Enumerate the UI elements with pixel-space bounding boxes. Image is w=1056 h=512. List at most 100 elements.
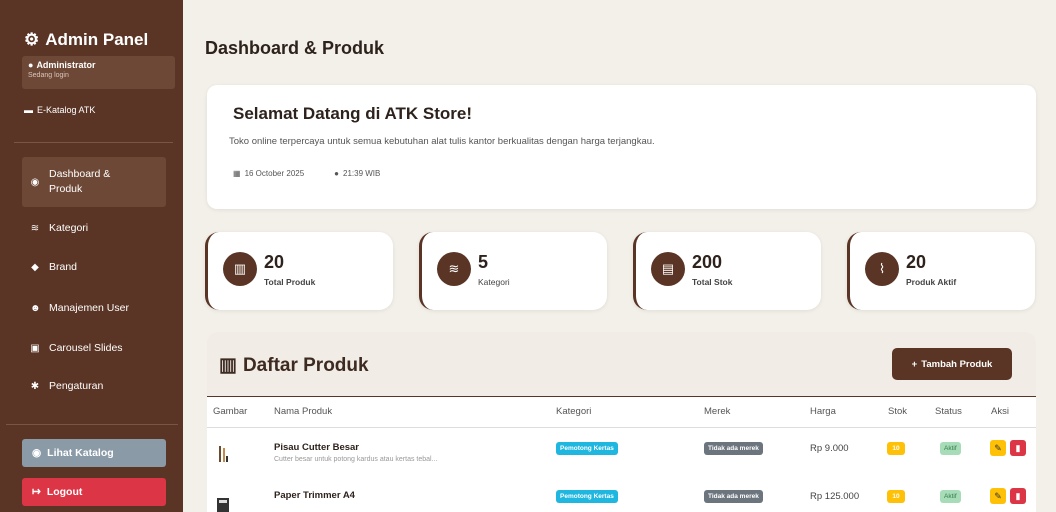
stat-card-total-produk: ▥ 20 Total Produk	[205, 232, 393, 310]
welcome-subtitle: Toko online terpercaya untuk semua kebut…	[229, 136, 655, 147]
logout-button[interactable]: ↦ Logout	[22, 478, 166, 506]
column-header-aksi: Aksi	[991, 406, 1009, 417]
table-row: Pisau Cutter Besar Cutter besar untuk po…	[207, 432, 1036, 472]
dashboard-icon: ◉	[30, 176, 40, 188]
box-icon: ▥	[219, 355, 237, 376]
trash-icon: ▮	[1015, 442, 1021, 453]
brand-badge: Tidak ada merek	[704, 442, 763, 455]
lihat-katalog-button[interactable]: ◉ Lihat Katalog	[22, 439, 166, 467]
stock-badge: 10	[887, 490, 905, 503]
lihat-katalog-label: Lihat Katalog	[47, 447, 114, 459]
status-badge: Aktif	[940, 442, 961, 455]
category-badge: Pemotong Kertas	[556, 442, 618, 455]
welcome-card: Selamat Datang di ATK Store! Toko online…	[207, 85, 1036, 209]
category-badge: Pemotong Kertas	[556, 490, 618, 503]
edit-icon: ✎	[994, 442, 1002, 453]
trash-icon: ▮	[1015, 490, 1021, 501]
nav-divider	[14, 142, 173, 143]
stat-value: 20	[264, 252, 285, 272]
store-icon: ▬	[24, 105, 33, 115]
clock-icon: ●	[334, 169, 340, 178]
stat-label: Kategori	[478, 277, 510, 287]
add-product-button[interactable]: + Tambah Produk	[892, 348, 1012, 380]
gear-icon: ✱	[30, 380, 40, 392]
eye-icon: ◉	[32, 447, 42, 459]
sidebar-item-label: Pengaturan	[49, 380, 104, 392]
header-divider	[207, 396, 1036, 397]
user-circle-icon: ●	[28, 60, 34, 70]
logout-label: Logout	[46, 486, 83, 498]
table-row: Paper Trimmer A4 Pemotong Kertas Tidak a…	[207, 480, 1036, 512]
box-icon: ▥	[223, 252, 257, 286]
column-header-status: Status	[935, 406, 962, 417]
add-product-label: Tambah Produk	[921, 358, 993, 370]
delete-button[interactable]: ▮	[1010, 440, 1026, 456]
sidebar-item-users[interactable]: ☻ Manajemen User	[22, 302, 166, 314]
stat-label: Produk Aktif	[906, 277, 957, 287]
time-display: ● 21:39 WIB	[334, 169, 380, 178]
sidebar-item-label: Carousel Slides	[49, 342, 123, 354]
product-name: Pisau Cutter Besar	[274, 442, 360, 453]
warehouse-icon: ▤	[651, 252, 685, 286]
product-thumbnail	[217, 498, 229, 512]
sidebar-item-label: Manajemen User	[49, 302, 129, 314]
tag-icon: ◆	[31, 261, 39, 273]
sidebar-item-dashboard[interactable]: ◉ Dashboard & Produk	[22, 157, 166, 207]
users-icon: ☻	[30, 302, 41, 314]
edit-icon: ✎	[994, 490, 1002, 501]
date-text: 16 October 2025	[244, 169, 305, 178]
welcome-meta: ▦ 16 October 2025 ● 21:39 WIB	[233, 169, 380, 178]
stat-card-kategori: ≋ 5 Kategori	[419, 232, 607, 310]
stock-badge: 10	[887, 442, 905, 455]
column-header-harga: Harga	[810, 406, 836, 417]
sidebar-item-brand[interactable]: ◆ Brand	[22, 261, 166, 273]
edit-button[interactable]: ✎	[990, 440, 1006, 456]
product-list-header: ▥ Daftar Produk + Tambah Produk	[207, 332, 1036, 396]
ekatalog-link[interactable]: ▬ E-Katalog ATK	[24, 105, 183, 115]
column-header-kategori: Kategori	[556, 406, 592, 417]
brand-title: Admin Panel	[45, 30, 149, 49]
product-list-title-text: Daftar Produk	[242, 354, 369, 376]
product-price: Rp 125.000	[810, 491, 860, 502]
time-text: 21:39 WIB	[343, 169, 381, 178]
sidebar-item-kategori[interactable]: ≋ Kategori	[22, 222, 166, 234]
welcome-title: Selamat Datang di ATK Store!	[233, 104, 472, 123]
sidebar: ⚙ Admin Panel ● Administrator Sedang logi…	[0, 0, 183, 512]
sidebar-item-settings[interactable]: ✱ Pengaturan	[22, 380, 166, 392]
stat-card-total-stok: ▤ 200 Total Stok	[633, 232, 821, 310]
delete-button[interactable]: ▮	[1010, 488, 1026, 504]
status-badge: Aktif	[940, 490, 961, 503]
product-price: Rp 9.000	[810, 443, 849, 454]
user-box: ● Administrator Sedang login	[22, 56, 175, 89]
stat-value: 200	[692, 252, 723, 272]
column-header-nama: Nama Produk	[274, 406, 333, 417]
sidebar-item-label-line1: Dashboard &	[49, 168, 111, 180]
main-content: Dashboard & Produk Selamat Datang di ATK…	[183, 0, 1056, 512]
sidebar-divider	[6, 424, 178, 425]
sidebar-item-label-line2: Produk	[49, 183, 83, 195]
brand-badge: Tidak ada merek	[704, 490, 763, 503]
edit-button[interactable]: ✎	[990, 488, 1006, 504]
brand: ⚙ Admin Panel	[0, 0, 183, 50]
calendar-icon: ▦	[233, 169, 241, 178]
logout-icon: ↦	[32, 486, 41, 498]
sidebar-item-carousel[interactable]: ▣ Carousel Slides	[22, 342, 166, 354]
stat-label: Total Produk	[264, 277, 316, 287]
stat-value: 5	[478, 252, 489, 272]
plus-icon: +	[911, 358, 918, 370]
sidebar-item-label: Kategori	[49, 222, 89, 234]
column-header-gambar: Gambar	[213, 406, 248, 417]
date-display: ▦ 16 October 2025	[233, 169, 304, 178]
product-list-title: ▥ Daftar Produk	[219, 354, 369, 377]
sidebar-item-label: Dashboard & Produk	[49, 167, 110, 197]
column-header-stok: Stok	[888, 406, 908, 417]
column-header-merek: Merek	[704, 406, 731, 417]
stat-card-produk-aktif: ⌇ 20 Produk Aktif	[847, 232, 1035, 310]
product-thumbnail	[219, 446, 228, 462]
stat-value: 20	[906, 252, 927, 272]
product-description: Cutter besar untuk potong kardus atau ke…	[274, 456, 438, 463]
stat-label: Total Stok	[692, 277, 733, 287]
images-icon: ▣	[30, 342, 40, 354]
layers-icon: ≋	[30, 222, 40, 234]
gears-icon: ⚙	[24, 30, 40, 49]
